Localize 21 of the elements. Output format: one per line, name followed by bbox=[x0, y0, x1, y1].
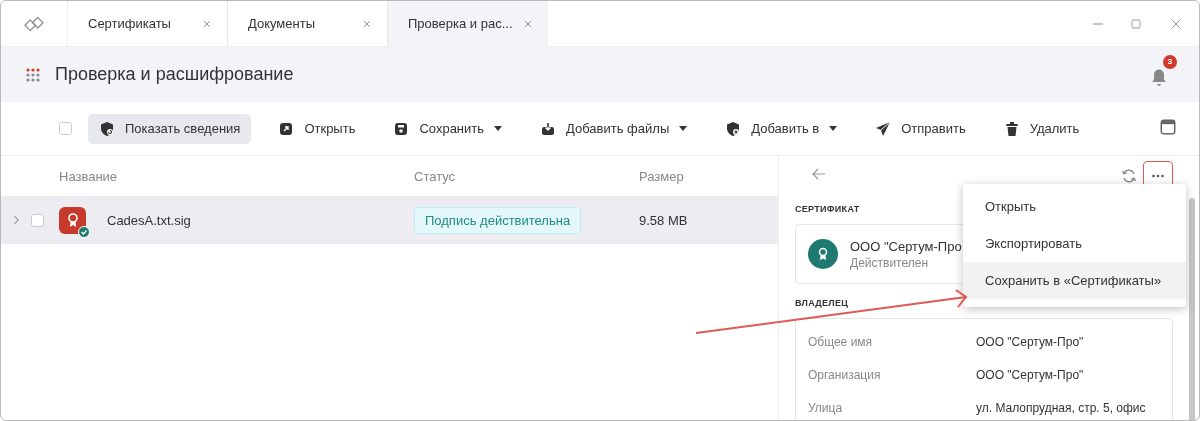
column-header: Статус bbox=[414, 168, 457, 184]
status-badge: Подпись действительна bbox=[414, 206, 582, 234]
notification-badge: 3 bbox=[1163, 54, 1177, 69]
field-value: ул. Малопрудная, стр. 5, офис bbox=[976, 400, 1147, 415]
certificate-name: ООО "Сертум-Про bbox=[850, 238, 962, 254]
certificate-status: Действителен bbox=[850, 255, 930, 270]
field-value: ООО "Сертум-Про" bbox=[976, 367, 1085, 382]
tab-label: Документы bbox=[248, 16, 315, 31]
page-title: Проверка и расшифрование bbox=[55, 64, 294, 85]
field-label: Организация bbox=[808, 367, 882, 382]
column-header: Размер bbox=[639, 168, 685, 184]
tab-label: Проверка и рас... bbox=[408, 16, 513, 31]
field-label: Улица bbox=[808, 400, 844, 415]
section-title: ВЛАДЕЛЕЦ bbox=[795, 298, 849, 308]
field-label: Общее имя bbox=[808, 334, 874, 349]
file-name: CadesA.txt.sig bbox=[107, 212, 192, 228]
section-title: СЕРТИФИКАТ bbox=[795, 204, 860, 214]
column-header: Название bbox=[59, 168, 119, 184]
file-size: 9.58 MB bbox=[639, 212, 689, 228]
tab-label: Сертификаты bbox=[88, 16, 171, 31]
field-value: ООО "Сертум-Про" bbox=[976, 334, 1085, 349]
